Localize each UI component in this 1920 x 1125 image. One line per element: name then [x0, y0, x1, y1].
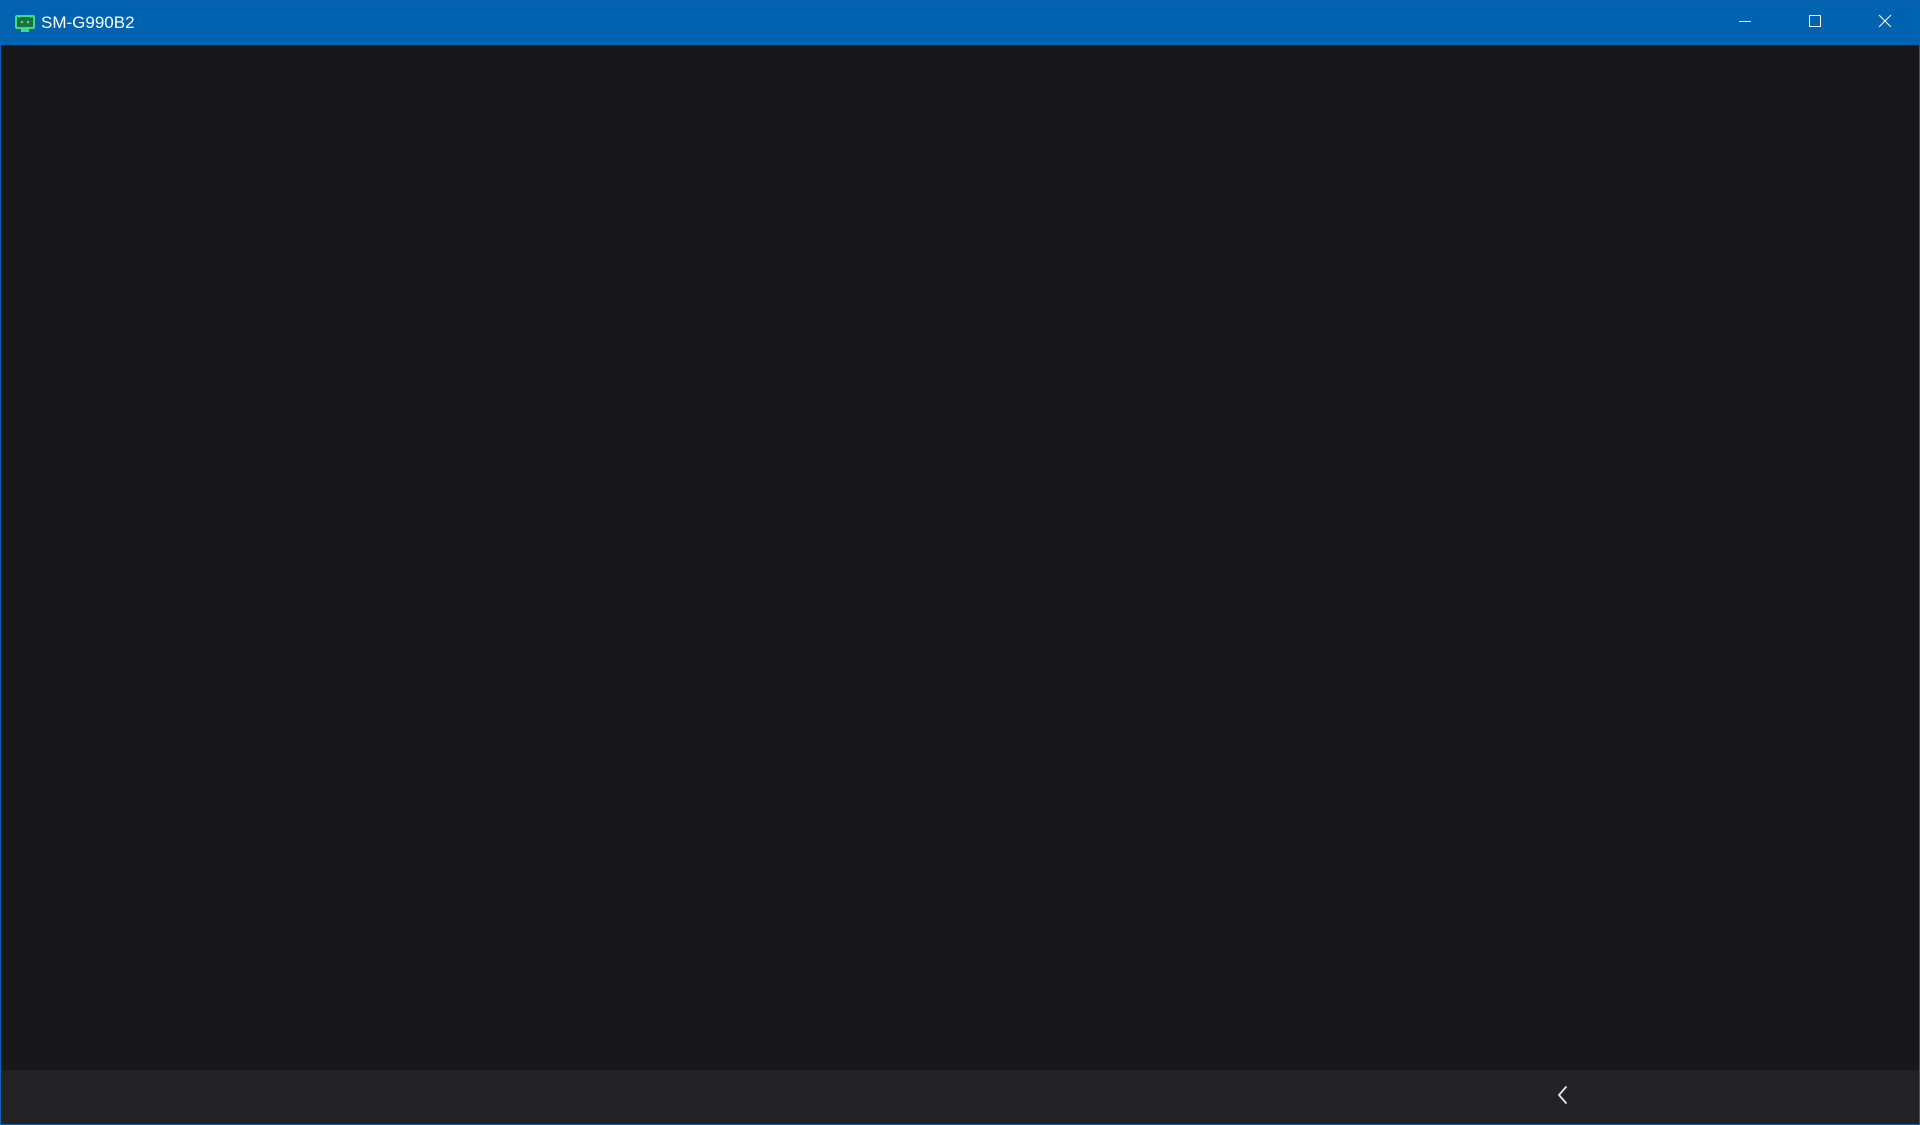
device-screen[interactable]: [1, 45, 1919, 1070]
device-mirror-window: SM-G990B2: [0, 0, 1920, 1125]
device-navigation-bar: [1, 1070, 1919, 1124]
minimize-icon: [1737, 13, 1753, 34]
maximize-button[interactable]: [1780, 1, 1850, 45]
close-icon: [1877, 13, 1893, 34]
back-chevron-icon: [1555, 1084, 1571, 1111]
back-button[interactable]: [1545, 1075, 1581, 1119]
title-bar[interactable]: SM-G990B2: [1, 1, 1919, 45]
window-title: SM-G990B2: [41, 13, 135, 32]
maximize-icon: [1807, 13, 1823, 34]
close-button[interactable]: [1850, 1, 1920, 45]
minimize-button[interactable]: [1710, 1, 1780, 45]
android-mirror-icon: [14, 14, 36, 34]
